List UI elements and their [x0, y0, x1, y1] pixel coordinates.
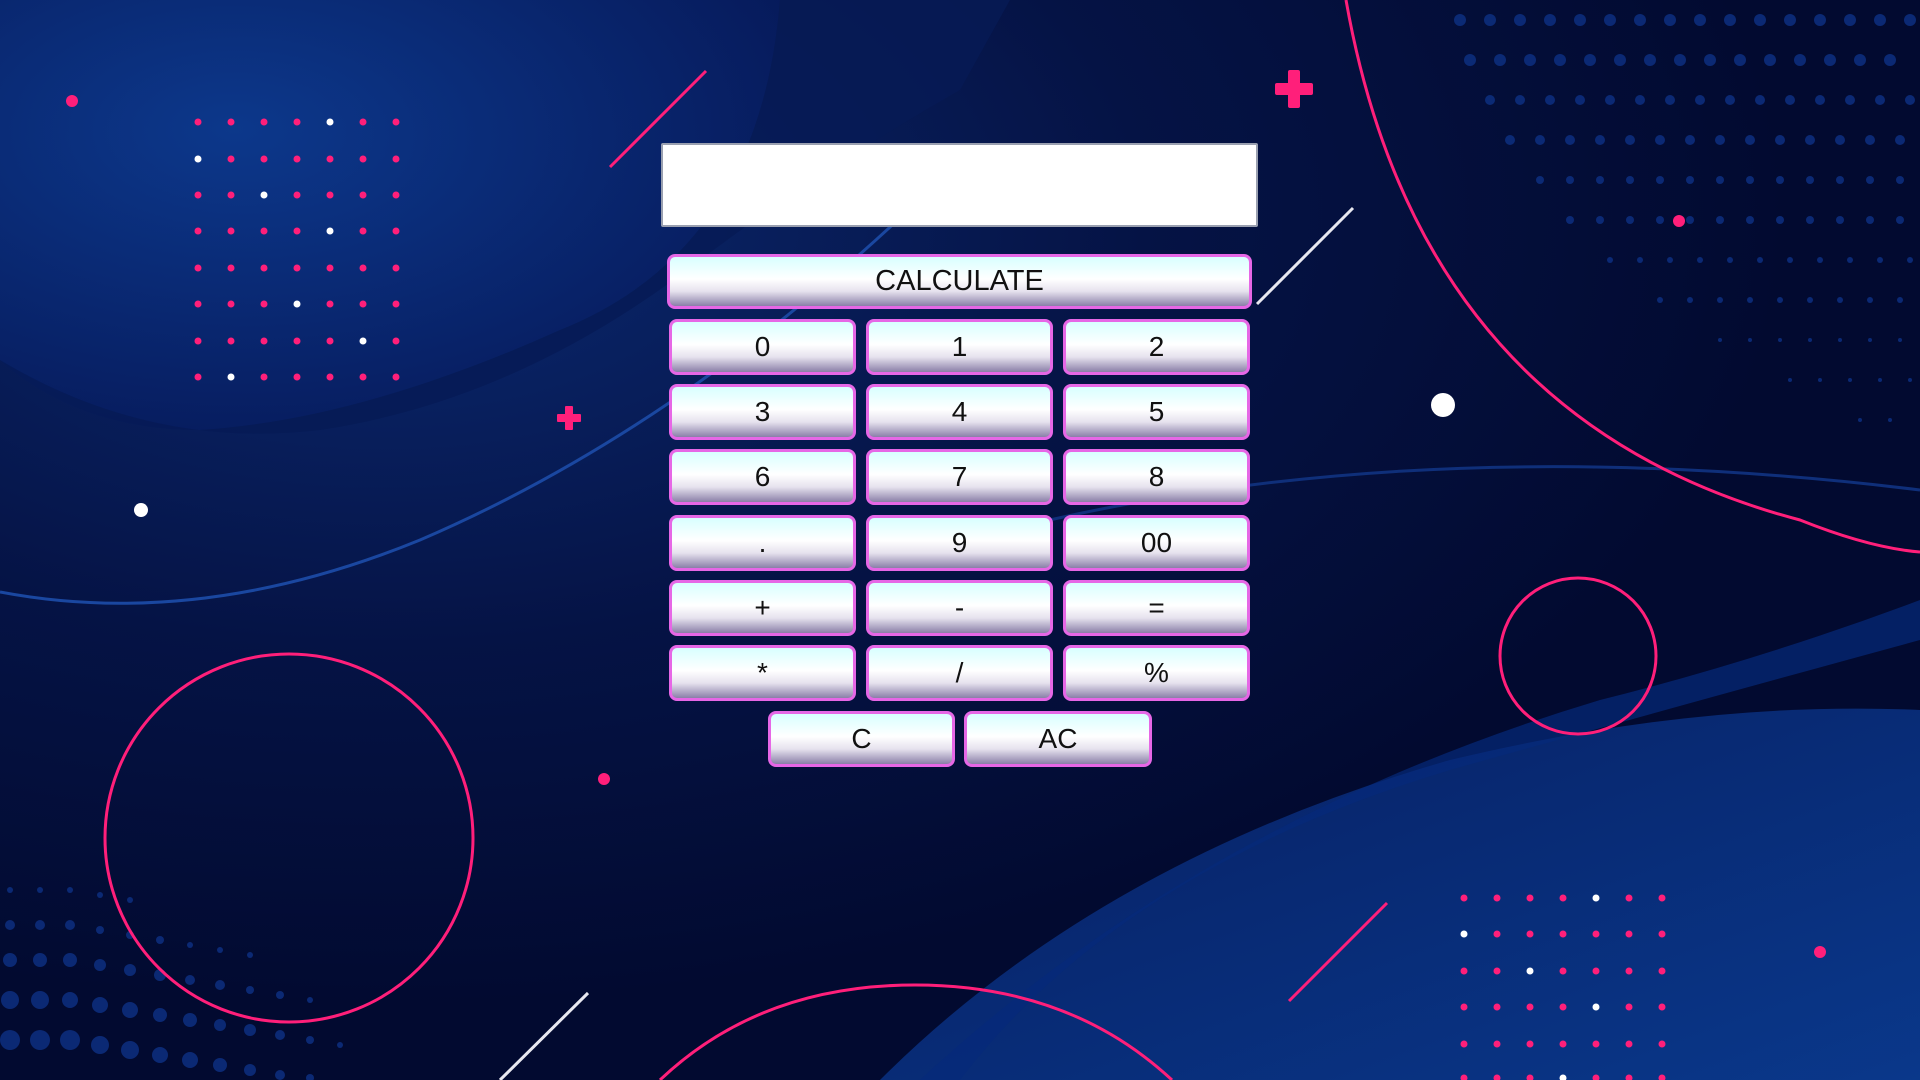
digit-3-button[interactable]: 3 [669, 384, 856, 440]
subtract-button[interactable]: - [866, 580, 1053, 636]
multiply-button[interactable]: * [669, 645, 856, 701]
double-zero-button[interactable]: 00 [1063, 515, 1250, 571]
percent-button[interactable]: % [1063, 645, 1250, 701]
equals-button[interactable]: = [1063, 580, 1250, 636]
calculator-display[interactable] [661, 143, 1258, 227]
digit-2-button[interactable]: 2 [1063, 319, 1250, 375]
calculator-page: CALCULATE 0 1 2 3 4 5 6 7 8 . 9 00 + - =… [0, 0, 1920, 1080]
digit-6-button[interactable]: 6 [669, 449, 856, 505]
digit-0-button[interactable]: 0 [669, 319, 856, 375]
digit-5-button[interactable]: 5 [1063, 384, 1250, 440]
all-clear-button[interactable]: AC [964, 711, 1152, 767]
clear-button[interactable]: C [768, 711, 955, 767]
digit-1-button[interactable]: 1 [866, 319, 1053, 375]
add-button[interactable]: + [669, 580, 856, 636]
digit-8-button[interactable]: 8 [1063, 449, 1250, 505]
digit-7-button[interactable]: 7 [866, 449, 1053, 505]
divide-button[interactable]: / [866, 645, 1053, 701]
digit-4-button[interactable]: 4 [866, 384, 1053, 440]
calculate-button[interactable]: CALCULATE [667, 254, 1252, 309]
digit-9-button[interactable]: 9 [866, 515, 1053, 571]
decimal-point-button[interactable]: . [669, 515, 856, 571]
